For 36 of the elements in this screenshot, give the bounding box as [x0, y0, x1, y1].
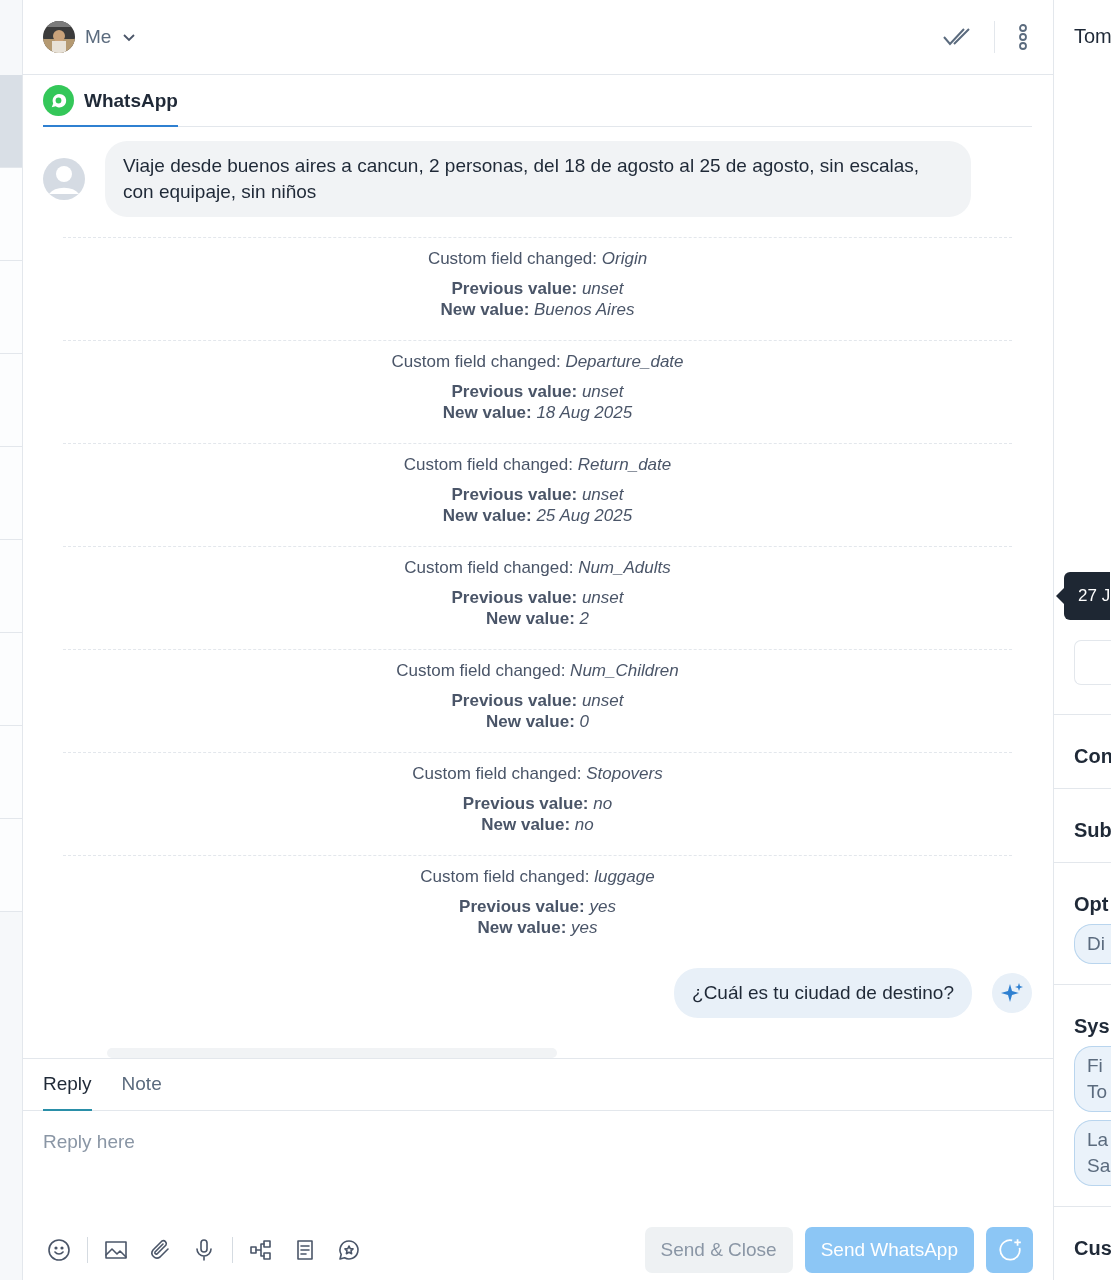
- new-value: New value: no: [480, 814, 595, 835]
- field-change-title: Custom field changed: Num_Children: [395, 660, 680, 681]
- section-title: Sub: [1074, 819, 1111, 842]
- section-title: Con: [1074, 745, 1111, 768]
- new-value: New value: 18 Aug 2025: [441, 402, 634, 423]
- new-value: New value: Buenos Aires: [439, 299, 636, 320]
- section-title: Sys: [1074, 1015, 1111, 1038]
- tag-chip: Fi To: [1074, 1046, 1111, 1112]
- section-title: Cus: [1074, 1237, 1111, 1260]
- assignee-dropdown[interactable]: Me: [43, 21, 138, 53]
- field-change-title: Custom field changed: Origin: [426, 248, 649, 269]
- previous-value: Previous value: unset: [450, 484, 625, 505]
- field-change-title: Custom field changed: Return_date: [402, 454, 673, 475]
- previous-value: Previous value: yes: [458, 896, 617, 917]
- field-change-title: Custom field changed: luggage: [419, 866, 656, 887]
- new-value: New value: 2: [485, 608, 590, 629]
- composer-tab[interactable]: Note: [121, 1059, 162, 1111]
- tag-chip: La Sa: [1074, 1120, 1111, 1186]
- tooltip: 27 J: [1064, 572, 1111, 620]
- outgoing-message: ¿Cuál es tu ciudad de destino?: [674, 968, 972, 1018]
- new-value: New value: 25 Aug 2025: [441, 505, 634, 526]
- field-change-title: Custom field changed: Num_Adults: [403, 557, 672, 578]
- contact-name: Tom: [1074, 24, 1111, 49]
- field-change-title: Custom field changed: Departure_date: [390, 351, 685, 372]
- previous-value: Previous value: unset: [450, 278, 625, 299]
- previous-value: Previous value: no: [461, 793, 614, 814]
- previous-value: Previous value: unset: [450, 381, 625, 402]
- incoming-message: Viaje desde buenos aires a cancun, 2 personas, del 18 de agosto al 25 de agosto, sin escalas, con equipaje, sin niños: [105, 141, 971, 217]
- new-value: New value: 0: [485, 711, 590, 732]
- new-value: New value: yes: [476, 917, 599, 938]
- channel-tab[interactable]: WhatsApp: [43, 75, 178, 127]
- previous-value: Previous value: unset: [450, 587, 625, 608]
- section-title: Opt: [1074, 893, 1110, 916]
- previous-value: Previous value: unset: [450, 690, 625, 711]
- tag-chip: Di: [1074, 924, 1111, 964]
- field-change-title: Custom field changed: Stopovers: [411, 763, 664, 784]
